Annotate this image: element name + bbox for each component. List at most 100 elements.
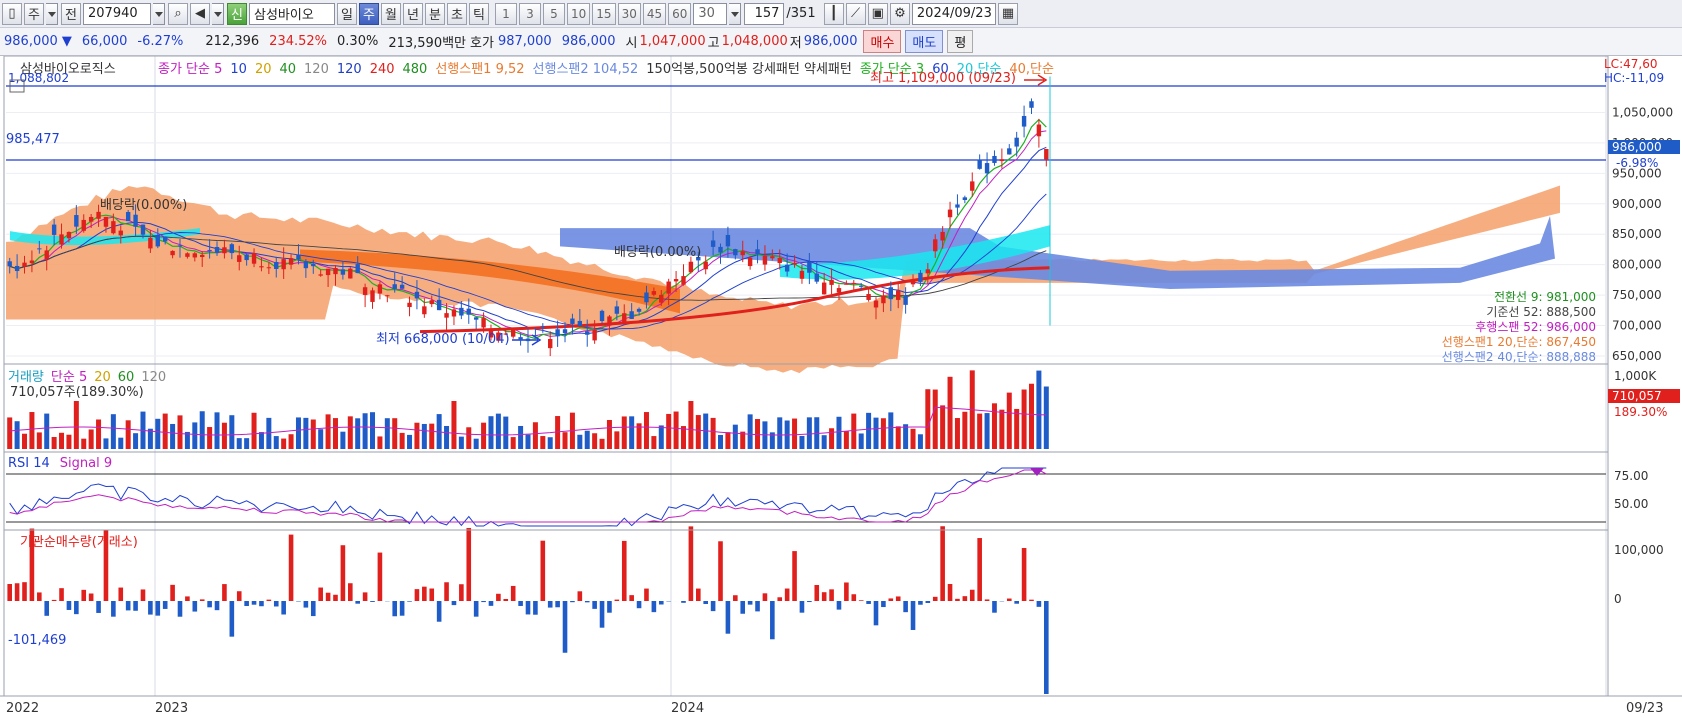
candle-body (858, 285, 864, 287)
candle-body (481, 318, 486, 328)
chart-area[interactable]: 삼성바이오로직스 종가 단순 5 10 20 40 120 120 240 480 선행스팬1 … (0, 56, 1682, 718)
interval-60-label: 60 (672, 6, 688, 21)
interval-10[interactable]: 10 (567, 2, 591, 25)
interval-30[interactable]: 30 (617, 2, 641, 25)
sell-button[interactable]: 매도 (905, 30, 944, 53)
candle-body (7, 261, 12, 267)
layout-icon[interactable]: ▯ (2, 2, 22, 25)
volume-bar (777, 417, 783, 449)
legend-entry: 10 (230, 62, 247, 77)
volume-bar (414, 422, 420, 449)
period-minute[interactable]: 분 (425, 2, 445, 25)
time-end-label: 09/23 (1626, 701, 1663, 716)
institution-bar (503, 598, 509, 601)
calendar-icon[interactable]: ▦ (997, 2, 1019, 25)
institution-bar (584, 601, 590, 603)
institution-bar (547, 601, 553, 608)
date-input[interactable]: 2024/09/23 (911, 2, 996, 25)
interval-1[interactable]: 1 (495, 2, 517, 25)
period-month[interactable]: 월 (381, 2, 401, 25)
count-input[interactable]: 30 (693, 2, 728, 25)
stock-chart-window: ▯ 주 전 207940 ⌕ ◀ 신 삼성바이오 일 주 월 년 분 초 틱 1… (0, 0, 1682, 718)
sound-dropdown[interactable] (212, 2, 224, 25)
candle-body (214, 246, 220, 253)
interval-60[interactable]: 60 (668, 2, 692, 25)
candle-body (392, 284, 397, 289)
volume-bar (59, 432, 65, 449)
institution-bar (111, 601, 116, 617)
line-tool-icon[interactable]: ⟋ (845, 2, 866, 25)
institution-min-label: -101,469 (8, 633, 66, 648)
candle-body (81, 219, 86, 231)
time-label-2024: 2024 (671, 701, 704, 716)
period-week[interactable]: 주 (359, 2, 379, 25)
candle-body (177, 245, 183, 247)
hoga-label: 호가 (470, 36, 494, 51)
period-select[interactable]: 주 (24, 2, 44, 25)
candle-body (548, 339, 553, 349)
volume-bar (629, 416, 635, 449)
institution-bar (858, 600, 864, 601)
position-input[interactable]: 157 (744, 2, 785, 25)
candle-body (466, 308, 471, 315)
interval-45[interactable]: 45 (642, 2, 667, 25)
stock-code-input[interactable]: 207940 (83, 2, 151, 25)
stock-name-value: 삼성바이오 (254, 8, 314, 23)
institution-bar (251, 601, 257, 605)
candle-body (333, 268, 338, 275)
interval-5[interactable]: 5 (543, 2, 565, 25)
scope-select[interactable]: 전 (61, 2, 81, 25)
candle-body (66, 231, 72, 239)
candle-body (836, 288, 842, 293)
legend-entry: 40 (279, 62, 296, 77)
interval-5-label: 5 (550, 6, 558, 21)
volume-bar (673, 411, 679, 449)
legend-entry: 60 (118, 370, 135, 385)
period-day[interactable]: 일 (337, 2, 357, 25)
interval-15[interactable]: 15 (592, 2, 616, 25)
save-icon[interactable]: ▣ (867, 2, 888, 25)
speaker-icon[interactable]: ◀ (190, 2, 210, 25)
gear-icon[interactable]: ⚙ (889, 2, 910, 25)
period-tick-label: 틱 (473, 8, 485, 23)
institution-bar (414, 589, 420, 601)
volume-bar (7, 417, 13, 449)
interval-3[interactable]: 3 (519, 2, 541, 25)
candle-body (88, 216, 94, 222)
average-button[interactable]: 평 (947, 30, 974, 53)
current-pct-tag: -6.98% (1616, 156, 1658, 170)
volume-bar (621, 416, 627, 449)
legend-entry: 480 (403, 62, 428, 77)
legend-entry: 150억봉,500억봉 강세패턴 약세패턴 (646, 62, 852, 77)
volume-bar (917, 434, 923, 449)
stock-code-dropdown[interactable] (153, 2, 165, 25)
volume-bar (666, 413, 672, 449)
period-dropdown[interactable] (46, 2, 58, 25)
candle-body (473, 317, 479, 320)
stock-name-field[interactable]: 삼성바이오 (249, 2, 335, 25)
institution-bar (577, 591, 583, 601)
institution-bar (88, 593, 94, 601)
count-dropdown[interactable] (729, 2, 742, 25)
volume-bar (110, 414, 116, 449)
volume-bar (532, 422, 538, 449)
volume-bar (118, 437, 124, 449)
period-year[interactable]: 년 (403, 2, 423, 25)
buy-button[interactable]: 매수 (863, 30, 902, 53)
volume-bar (295, 417, 301, 449)
period-second[interactable]: 초 (447, 2, 467, 25)
price-axis-tick: 800,000 (1612, 258, 1662, 272)
new-badge[interactable]: 신 (227, 2, 247, 25)
volume-bar (22, 433, 28, 449)
institution-bar (614, 599, 620, 601)
candle-body (311, 263, 316, 267)
institution-bar (555, 601, 560, 608)
candle-body (1036, 124, 1042, 137)
candle-type-icon[interactable]: ┃ (823, 2, 844, 25)
volume-bar (310, 419, 316, 449)
search-icon[interactable]: ⌕ (168, 2, 188, 25)
candle-body (103, 216, 109, 227)
indicator-value: 전환선 9: 981,000 (1494, 290, 1596, 304)
period-tick[interactable]: 틱 (469, 2, 489, 25)
institution-bar (37, 592, 42, 601)
